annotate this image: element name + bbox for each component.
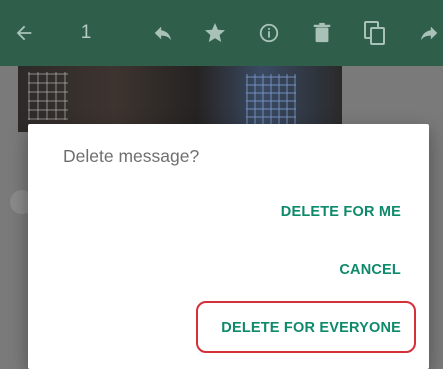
forward-icon[interactable] <box>414 0 443 66</box>
photo-detail-left <box>28 72 68 120</box>
star-icon[interactable] <box>200 0 230 66</box>
copy-icon[interactable] <box>360 0 390 66</box>
highlight-outline <box>196 301 416 353</box>
delete-message-dialog: Delete message? DELETE FOR ME CANCEL DEL… <box>28 124 429 369</box>
info-icon[interactable] <box>254 0 284 66</box>
reply-icon[interactable] <box>148 0 178 66</box>
photo-detail-right <box>246 74 296 126</box>
delete-for-me-button[interactable]: DELETE FOR ME <box>281 204 401 220</box>
image-message-thumbnail <box>18 66 342 132</box>
back-arrow-icon[interactable] <box>6 0 42 66</box>
cancel-button[interactable]: CANCEL <box>339 262 401 278</box>
delete-icon[interactable] <box>307 0 337 66</box>
selection-toolbar: 1 <box>0 0 443 66</box>
selected-count: 1 <box>80 22 92 43</box>
dialog-title: Delete message? <box>63 146 200 166</box>
